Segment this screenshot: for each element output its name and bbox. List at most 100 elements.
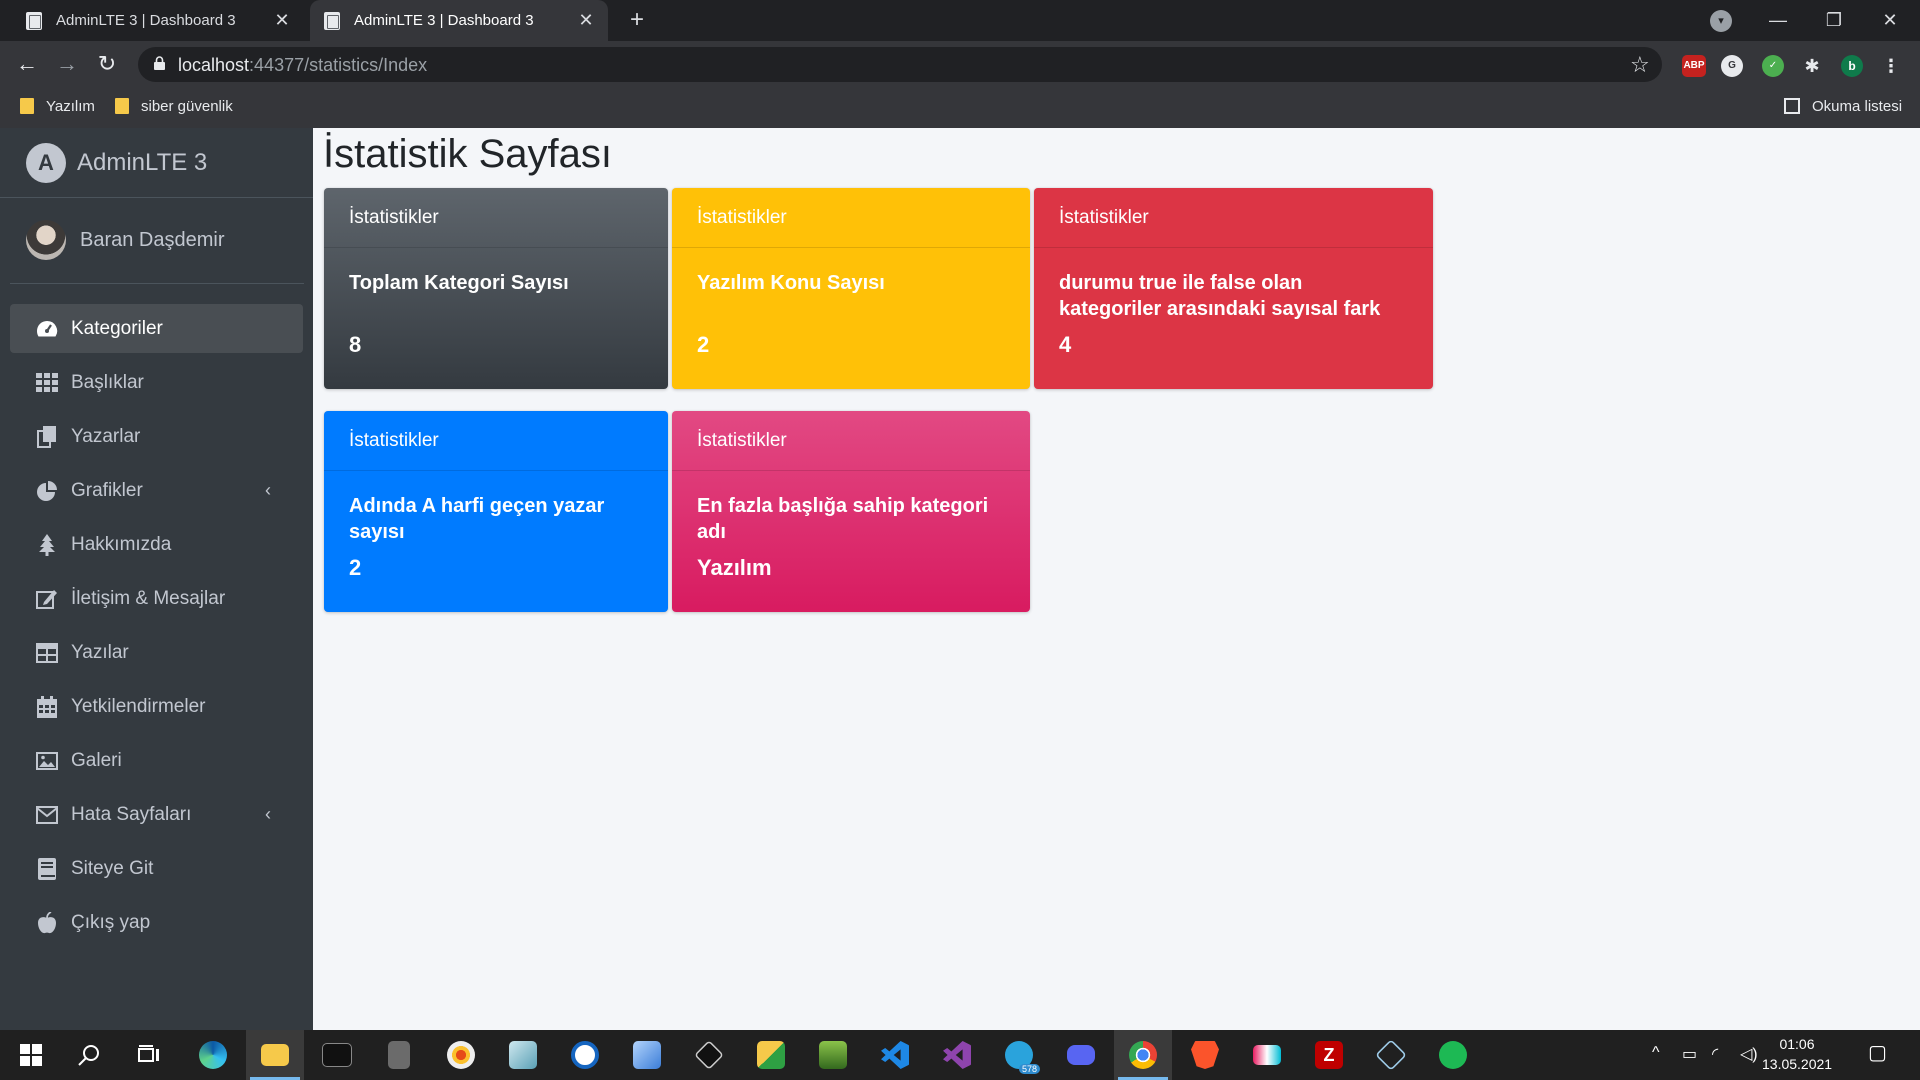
folder-icon — [20, 98, 34, 114]
wifi-icon[interactable]: ◜ — [1712, 1044, 1718, 1064]
new-tab-button[interactable]: + — [622, 4, 652, 36]
edge-icon[interactable] — [184, 1030, 242, 1080]
windows-start-icon[interactable] — [2, 1030, 60, 1080]
unity-icon[interactable] — [680, 1030, 738, 1080]
reading-list-icon — [1784, 98, 1800, 114]
edit-icon — [35, 588, 59, 610]
spotify-icon[interactable] — [1424, 1030, 1482, 1080]
terminal-icon[interactable] — [308, 1030, 366, 1080]
stat-card-a-harfi-yazar: İstatistikler Adında A harfi geçen yazar… — [324, 411, 668, 612]
copy-icon — [35, 425, 59, 448]
taskbar-clock[interactable]: 01:06 13.05.2021 — [1762, 1034, 1832, 1074]
brand-logo[interactable]: A — [26, 143, 66, 183]
close-window-icon[interactable]: ✕ — [1862, 0, 1918, 41]
card-header: İstatistikler — [672, 188, 1030, 248]
forward-arrow-icon[interactable]: → — [52, 49, 82, 79]
dev-tool-icon[interactable] — [742, 1030, 800, 1080]
calculator-icon[interactable] — [370, 1030, 428, 1080]
sidebar-item-iletisim-mesajlar[interactable]: İletişim & Mesajlar — [10, 574, 303, 623]
sidebar-item-label: Başlıklar — [71, 371, 144, 393]
card-title: Toplam Kategori Sayısı — [349, 272, 569, 294]
sidebar-item-yetkilendirmeler[interactable]: Yetkilendirmeler — [10, 682, 303, 731]
sidebar-item-label: Yetkilendirmeler — [71, 695, 206, 717]
battery-icon[interactable]: ▭ — [1682, 1044, 1697, 1064]
vscode-icon[interactable] — [866, 1030, 924, 1080]
minimize-icon[interactable]: — — [1750, 0, 1806, 41]
brand-text[interactable]: AdminLTE 3 — [77, 148, 207, 178]
profile-avatar[interactable]: b — [1841, 55, 1863, 77]
sidebar-item-label: Siteye Git — [71, 857, 154, 879]
bookmark-folder-siber-guvenlik[interactable]: siber güvenlik — [115, 92, 233, 120]
url-path: :44377/statistics/Index — [249, 55, 428, 75]
book-icon — [35, 857, 59, 880]
sidebar-item-basliklar[interactable]: Başlıklar — [10, 358, 303, 407]
folder-icon — [115, 98, 129, 114]
sidebar-item-grafikler[interactable]: Grafikler ‹ — [10, 466, 303, 515]
sidebar-item-yazarlar[interactable]: Yazarlar — [10, 412, 303, 461]
card-value: 8 — [349, 332, 362, 357]
brave-icon[interactable] — [1176, 1030, 1234, 1080]
browser-tab-active[interactable]: AdminLTE 3 | Dashboard 3 ✕ — [310, 0, 608, 41]
user-avatar[interactable] — [26, 220, 66, 260]
card-title: durumu true ile false olan kategoriler a… — [1059, 272, 1381, 320]
shield-extension-icon[interactable]: ✓ — [1762, 55, 1784, 77]
virtual-box-icon[interactable] — [618, 1030, 676, 1080]
tab-close-icon[interactable]: ✕ — [270, 10, 294, 31]
tab-title: AdminLTE 3 | Dashboard 3 — [354, 12, 534, 29]
sidebar-item-hata-sayfalari[interactable]: Hata Sayfaları ‹ — [10, 790, 303, 839]
volume-icon[interactable]: ◁) — [1740, 1044, 1758, 1064]
sidebar-item-yazilar[interactable]: Yazılar — [10, 628, 303, 677]
visual-studio-icon[interactable] — [928, 1030, 986, 1080]
extensions-puzzle-icon[interactable]: ✱ — [1801, 55, 1823, 77]
user-name[interactable]: Baran Daşdemir — [80, 226, 225, 254]
grid-icon — [35, 372, 59, 394]
reload-icon[interactable]: ↻ — [92, 49, 122, 79]
table-icon — [35, 642, 59, 664]
tab-close-icon[interactable]: ✕ — [574, 10, 598, 31]
notifications-icon[interactable]: ▢ — [1868, 1040, 1887, 1065]
paint-icon[interactable] — [432, 1030, 490, 1080]
sidebar-item-kategoriler[interactable]: Kategoriler — [10, 304, 303, 353]
notes-app-icon[interactable] — [494, 1030, 552, 1080]
sidebar-item-galeri[interactable]: Galeri — [10, 736, 303, 785]
card-value: 2 — [697, 332, 710, 357]
reading-list-button[interactable]: Okuma listesi — [1784, 92, 1902, 120]
adblock-plus-icon[interactable]: ABP — [1682, 55, 1706, 77]
lock-icon — [154, 56, 165, 70]
browser-menu-icon[interactable]: ⋮ — [1880, 55, 1902, 77]
card-title: Yazılım Konu Sayısı — [697, 272, 885, 294]
sidebar-item-siteye-git[interactable]: Siteye Git — [10, 844, 303, 893]
bookmark-folder-yazilim[interactable]: Yazılım — [20, 92, 95, 120]
sidebar-item-cikis-yap[interactable]: Çıkış yap — [10, 898, 303, 947]
writer-app-icon[interactable] — [556, 1030, 614, 1080]
filezilla-icon[interactable]: Z — [1300, 1030, 1358, 1080]
grammar-extension-icon[interactable]: G — [1721, 55, 1743, 77]
tab-search-icon[interactable]: ▾ — [1710, 10, 1732, 32]
sidebar-item-label: Çıkış yap — [71, 911, 151, 933]
discord-icon[interactable] — [1052, 1030, 1110, 1080]
chevron-left-icon[interactable]: ‹ — [265, 480, 285, 501]
chrome-icon[interactable] — [1114, 1030, 1172, 1080]
game-app-icon[interactable] — [804, 1030, 862, 1080]
sidebar-item-label: Galeri — [71, 749, 122, 771]
stat-card-yazilim-konu: İstatistikler Yazılım Konu Sayısı 2 — [672, 188, 1030, 389]
url-text[interactable]: localhost:44377/statistics/Index — [178, 53, 427, 77]
browser-tab[interactable]: AdminLTE 3 | Dashboard 3 ✕ — [12, 0, 304, 41]
pie-chart-icon — [35, 480, 59, 502]
restore-icon[interactable]: ❐ — [1806, 0, 1862, 41]
file-explorer-icon[interactable] — [246, 1030, 304, 1080]
cube-app-icon[interactable] — [1362, 1030, 1420, 1080]
tray-chevron-up-icon[interactable]: ^ — [1652, 1044, 1660, 1062]
bookmark-star-icon[interactable]: ☆ — [1630, 52, 1650, 78]
media-app-icon[interactable] — [1238, 1030, 1296, 1080]
task-view-icon[interactable] — [120, 1030, 178, 1080]
tab-title: AdminLTE 3 | Dashboard 3 — [56, 12, 236, 29]
card-title: Adında A harfi geçen yazar sayısı — [349, 495, 605, 543]
search-icon[interactable] — [60, 1030, 118, 1080]
page-favicon-icon — [26, 11, 42, 30]
sidebar-item-hakkimizda[interactable]: Hakkımızda — [10, 520, 303, 569]
telegram-icon[interactable]: 578 — [990, 1030, 1048, 1080]
back-arrow-icon[interactable]: ← — [12, 49, 42, 79]
chevron-left-icon[interactable]: ‹ — [265, 804, 285, 825]
image-icon — [35, 750, 59, 772]
